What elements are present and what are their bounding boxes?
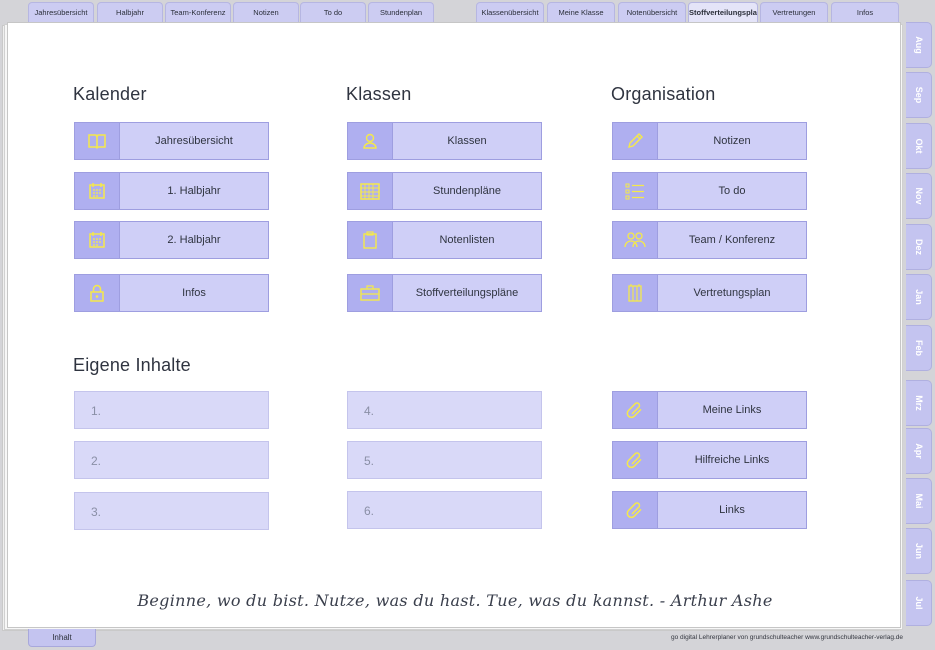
tab-stundenplan[interactable]: Stundenplan xyxy=(368,2,434,22)
month-tab-nov[interactable]: Nov xyxy=(906,173,932,219)
custom-field-2[interactable]: 2. xyxy=(74,441,269,479)
tab-notizen[interactable]: Notizen xyxy=(233,2,299,22)
button-label: To do xyxy=(718,185,746,197)
klassen-stoffverteilungsplaene-button[interactable]: Stoffverteilungspläne xyxy=(347,274,542,312)
custom-field-5[interactable]: 5. xyxy=(347,441,542,479)
calendar-icon xyxy=(75,222,120,258)
button-label: Links xyxy=(719,504,745,516)
month-tab-jul[interactable]: Jul xyxy=(906,580,932,626)
button-label: Notenlisten xyxy=(439,234,495,246)
meine-links-button[interactable]: Meine Links xyxy=(612,391,807,429)
tab-stoffverteilungsplan[interactable]: Stoffverteilungsplan xyxy=(688,2,758,22)
clipboard-icon xyxy=(348,222,393,258)
month-tab-jun[interactable]: Jun xyxy=(906,528,932,574)
kalender-1-halbjahr-button[interactable]: 1. Halbjahr xyxy=(74,172,269,210)
custom-field-6[interactable]: 6. xyxy=(347,491,542,529)
button-label: Stundenpläne xyxy=(433,185,501,197)
klassen-notenlisten-button[interactable]: Notenlisten xyxy=(347,221,542,259)
briefcase-icon xyxy=(348,275,393,311)
footer-text: go digital Lehrerplaner von grundschulte… xyxy=(671,634,903,641)
tab-to-do[interactable]: To do xyxy=(300,2,366,22)
month-tab-jan[interactable]: Jan xyxy=(906,274,932,320)
paperclip-icon xyxy=(613,492,658,528)
checklist-icon xyxy=(613,173,658,209)
month-tab-okt[interactable]: Okt xyxy=(906,123,932,169)
content-page: Kalender Klassen Organisation Eigene Inh… xyxy=(7,22,901,628)
klassen-klassen-button[interactable]: Klassen xyxy=(347,122,542,160)
tab-notenuebersicht[interactable]: Notenübersicht xyxy=(618,2,686,22)
month-tab-mai[interactable]: Mai xyxy=(906,478,932,524)
button-label: Meine Links xyxy=(702,404,762,416)
month-tab-sep[interactable]: Sep xyxy=(906,72,932,118)
quote-text: Beginne, wo du bist. Nutze, was du hast.… xyxy=(137,591,773,610)
button-label: Vertretungsplan xyxy=(693,287,771,299)
heading-kalender: Kalender xyxy=(73,84,147,104)
tab-vertretungen[interactable]: Vertretungen xyxy=(760,2,828,22)
columns-icon xyxy=(613,275,658,311)
hilfreiche-links-button[interactable]: Hilfreiche Links xyxy=(612,441,807,479)
team-icon xyxy=(613,222,658,258)
heading-eigene-inhalte: Eigene Inhalte xyxy=(73,355,191,375)
button-label: Klassen xyxy=(447,135,487,147)
custom-field-3[interactable]: 3. xyxy=(74,492,269,530)
kalender-jahresuebersicht-button[interactable]: Jahresübersicht xyxy=(74,122,269,160)
button-label: Infos xyxy=(182,287,206,299)
tab-infos[interactable]: Infos xyxy=(831,2,899,22)
organisation-vertretungsplan-button[interactable]: Vertretungsplan xyxy=(612,274,807,312)
tab-meine-klasse[interactable]: Meine Klasse xyxy=(547,2,615,22)
top-tab-bar: Jahresübersicht Halbjahr Team-Konferenz … xyxy=(0,0,935,22)
heading-organisation: Organisation xyxy=(611,84,716,104)
month-tab-aug[interactable]: Aug xyxy=(906,22,932,68)
person-icon xyxy=(348,123,393,159)
custom-field-4[interactable]: 4. xyxy=(347,391,542,429)
button-label: Team / Konferenz xyxy=(688,234,776,246)
button-label: 1. Halbjahr xyxy=(167,185,221,197)
month-tab-apr[interactable]: Apr xyxy=(906,428,932,474)
button-label: Stoffverteilungspläne xyxy=(415,287,519,299)
organisation-notizen-button[interactable]: Notizen xyxy=(612,122,807,160)
month-tab-mrz[interactable]: Mrz xyxy=(906,380,932,426)
organisation-to-do-button[interactable]: To do xyxy=(612,172,807,210)
book-icon xyxy=(75,123,120,159)
pencil-icon xyxy=(613,123,658,159)
paperclip-icon xyxy=(613,442,658,478)
month-tab-feb[interactable]: Feb xyxy=(906,325,932,371)
tab-inhalt[interactable]: Inhalt xyxy=(28,629,96,647)
tab-halbjahr[interactable]: Halbjahr xyxy=(97,2,163,22)
klassen-stundenplaene-button[interactable]: Stundenpläne xyxy=(347,172,542,210)
paperclip-icon xyxy=(613,392,658,428)
tab-klassenuebersicht[interactable]: Klassenübersicht xyxy=(476,2,544,22)
button-label: Hilfreiche Links xyxy=(694,454,770,466)
tab-team-konferenz[interactable]: Team-Konferenz xyxy=(165,2,231,22)
button-label: 2. Halbjahr xyxy=(167,234,221,246)
button-label: Notizen xyxy=(713,135,751,147)
heading-klassen: Klassen xyxy=(346,84,412,104)
button-label: Jahresübersicht xyxy=(155,135,233,147)
grid-icon xyxy=(348,173,393,209)
tab-jahresuebersicht[interactable]: Jahresübersicht xyxy=(28,2,94,22)
custom-field-1[interactable]: 1. xyxy=(74,391,269,429)
month-tab-dez[interactable]: Dez xyxy=(906,224,932,270)
organisation-team-konferenz-button[interactable]: Team / Konferenz xyxy=(612,221,807,259)
links-button[interactable]: Links xyxy=(612,491,807,529)
kalender-2-halbjahr-button[interactable]: 2. Halbjahr xyxy=(74,221,269,259)
lock-icon xyxy=(75,275,120,311)
calendar-icon xyxy=(75,173,120,209)
kalender-infos-button[interactable]: Infos xyxy=(74,274,269,312)
